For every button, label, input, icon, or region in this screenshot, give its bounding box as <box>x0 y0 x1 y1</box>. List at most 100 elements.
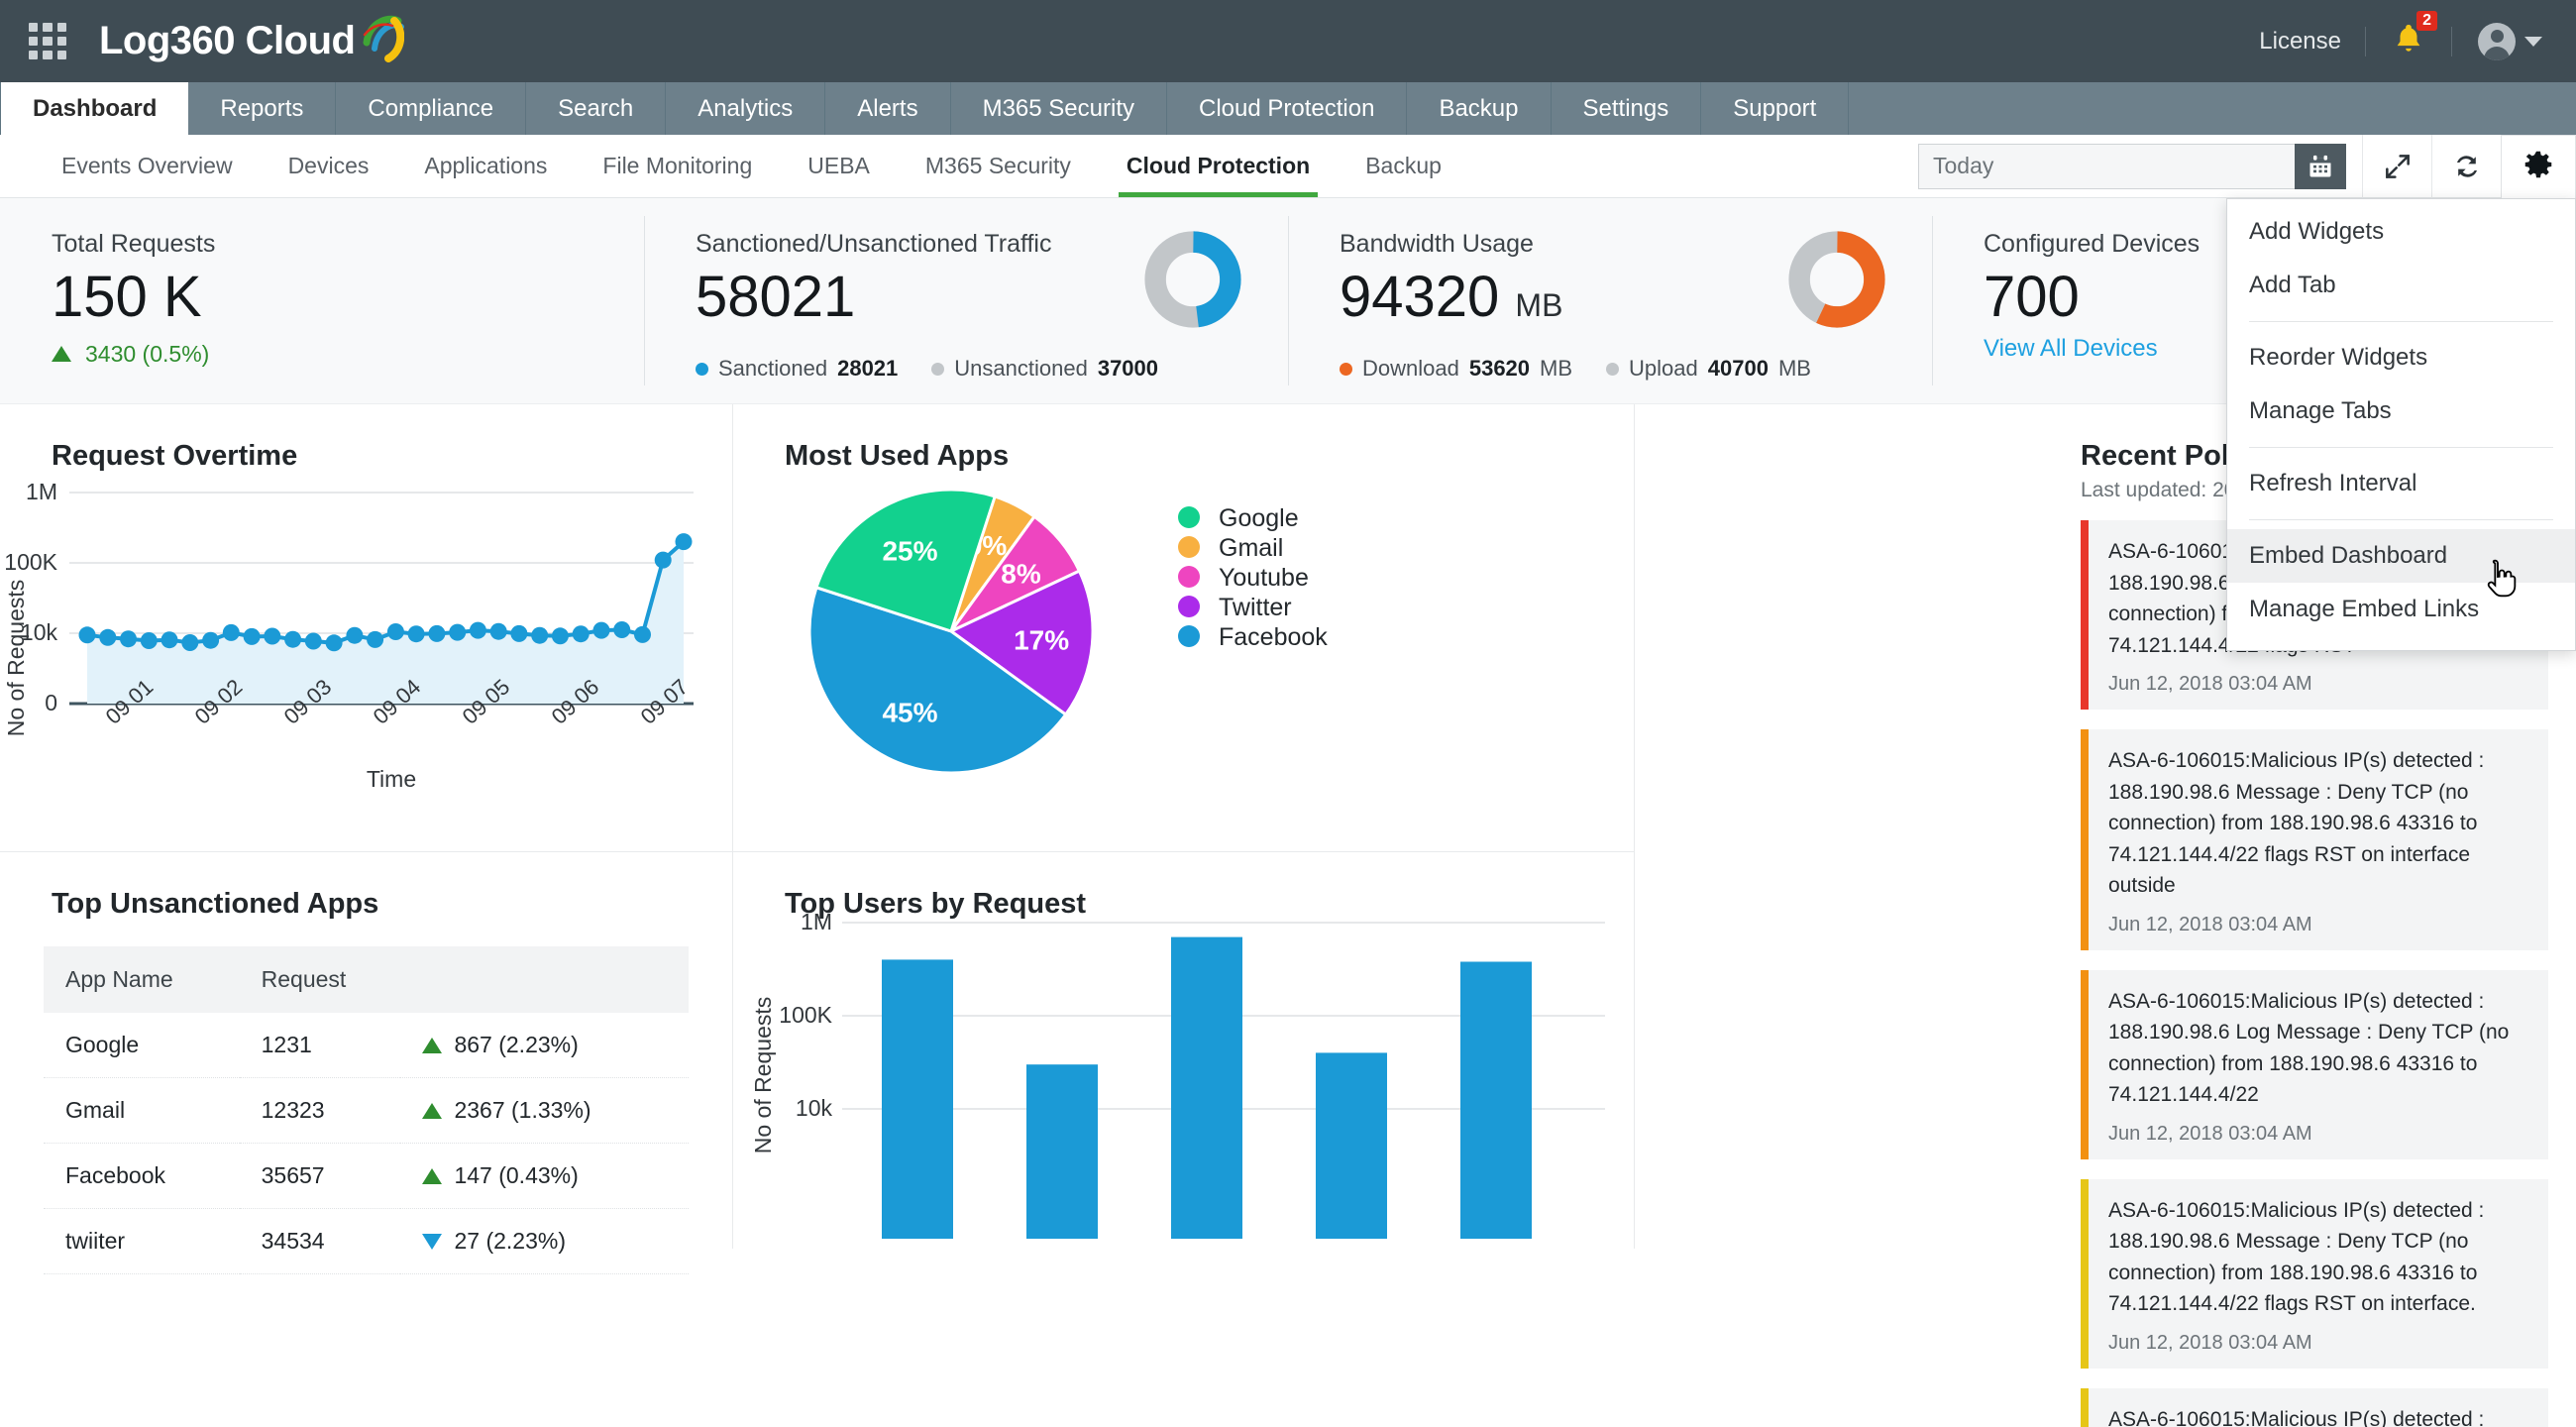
brand-title: Log360 Cloud <box>99 19 356 62</box>
legend-label[interactable]: Google <box>1219 504 1299 532</box>
sub-tab-backup[interactable]: Backup <box>1338 135 1469 197</box>
notification-badge: 2 <box>2416 11 2437 32</box>
kpi-value: 94320 MB <box>1340 265 1563 329</box>
brand-logo: Log360 Cloud <box>99 15 405 66</box>
sub-tab-bar: Events Overview Devices Applications File M… <box>0 134 2576 198</box>
main-tab-backup[interactable]: Backup <box>1407 82 1552 135</box>
data-point <box>675 533 693 551</box>
violation-message: ASA-6-106015:Malicious IP(s) detected : … <box>2108 1198 2485 1316</box>
main-tab-support[interactable]: Support <box>1701 82 1850 135</box>
bar[interactable] <box>1316 1052 1387 1239</box>
cell-delta: 27 (2.23%) <box>400 1208 689 1274</box>
violation-item[interactable]: ASA-6-106015:Malicious IP(s) detected : … <box>2081 729 2548 950</box>
calendar-icon[interactable] <box>2295 143 2346 189</box>
data-point <box>99 628 117 646</box>
menu-divider <box>2249 519 2553 520</box>
sub-tab-events-overview[interactable]: Events Overview <box>34 135 261 197</box>
bandwidth-legend: Download 53620 MB Upload 40700 MB <box>1340 356 1811 382</box>
sub-tab-cloud-protection[interactable]: Cloud Protection <box>1099 135 1338 197</box>
violation-message: ASA-6-106015:Malicious IP(s) detected : … <box>2108 1407 2485 1427</box>
legend-item: Download 53620 MB <box>1340 356 1572 382</box>
main-tab-cloud-protection[interactable]: Cloud Protection <box>1167 82 1408 135</box>
menu-item-embed-dashboard[interactable]: Embed Dashboard <box>2227 529 2575 583</box>
cell-delta: 147 (0.43%) <box>400 1143 689 1209</box>
data-point <box>325 634 343 652</box>
bar[interactable] <box>1460 961 1532 1240</box>
user-menu[interactable] <box>2452 22 2542 60</box>
bar[interactable] <box>1026 1064 1098 1239</box>
traffic-donut-chart <box>1143 230 1242 334</box>
kpi-label: Bandwidth Usage <box>1340 230 1534 258</box>
violation-timestamp: Jun 12, 2018 03:04 AM <box>2108 673 2312 695</box>
legend-label: Download <box>1362 356 1459 381</box>
main-tab-settings[interactable]: Settings <box>1552 82 1702 135</box>
data-point <box>386 623 404 640</box>
sub-tab-devices[interactable]: Devices <box>261 135 397 197</box>
violation-item[interactable]: ASA-6-106015:Malicious IP(s) detected : … <box>2081 1178 2548 1369</box>
menu-item-manage-tabs[interactable]: Manage Tabs <box>2227 384 2575 438</box>
tab-bar-spacer <box>1849 82 2576 135</box>
main-tab-m365-security[interactable]: M365 Security <box>951 82 1167 135</box>
table-row[interactable]: twiiter 34534 27 (2.23%) <box>44 1208 689 1274</box>
kpi-unit: MB <box>1515 287 1563 323</box>
widget-grid: Request Overtime 1M 100K 10k 0 09 01 09 … <box>0 404 2061 1427</box>
main-tab-analytics[interactable]: Analytics <box>666 82 826 135</box>
table-row[interactable]: Gmail 12323 2367 (1.33%) <box>44 1077 689 1144</box>
trend-up-icon <box>422 1167 443 1184</box>
data-point <box>120 630 137 648</box>
main-tab-compliance[interactable]: Compliance <box>336 82 527 135</box>
delta-text: 867 (2.23%) <box>454 1032 579 1057</box>
main-tab-search[interactable]: Search <box>526 82 667 135</box>
expand-icon[interactable] <box>2362 134 2431 198</box>
legend-label: Upload <box>1629 356 1698 381</box>
legend-label: Sanctioned <box>718 356 828 381</box>
table-row[interactable]: Facebook 35657 147 (0.43%) <box>44 1143 689 1209</box>
menu-item-add-tab[interactable]: Add Tab <box>2227 259 2575 312</box>
bell-icon[interactable]: 2 <box>2366 11 2451 61</box>
date-range-input[interactable] <box>1918 143 2295 189</box>
legend-label[interactable]: Youtube <box>1219 564 1309 592</box>
data-point <box>304 632 322 650</box>
menu-item-reorder-widgets[interactable]: Reorder Widgets <box>2227 331 2575 384</box>
gear-icon[interactable] <box>2501 134 2576 198</box>
violations-list[interactable]: ASA-6-106015:Malicious IP(s) detected : … <box>2061 520 2576 1427</box>
sub-tab-file-monitoring[interactable]: File Monitoring <box>575 135 780 197</box>
legend-label[interactable]: Twitter <box>1219 594 1292 621</box>
data-point <box>78 626 96 644</box>
bar[interactable] <box>882 959 953 1239</box>
date-range-picker[interactable] <box>1918 143 2346 189</box>
menu-item-refresh-interval[interactable]: Refresh Interval <box>2227 457 2575 510</box>
main-tab-dashboard[interactable]: Dashboard <box>0 82 189 135</box>
settings-dropdown-menu[interactable]: Add Widgets Add Tab Reorder Widgets Manage … <box>2226 198 2576 651</box>
trend-up-icon <box>422 1037 443 1053</box>
refresh-icon[interactable] <box>2431 134 2501 198</box>
main-tab-alerts[interactable]: Alerts <box>825 82 951 135</box>
severity-indicator <box>2081 969 2089 1159</box>
legend-swatch <box>1178 536 1200 558</box>
cell-app-name: Facebook <box>44 1143 240 1209</box>
legend-label[interactable]: Facebook <box>1219 623 1328 651</box>
sub-tab-applications[interactable]: Applications <box>396 135 575 197</box>
view-all-devices-link[interactable]: View All Devices <box>1984 335 2200 363</box>
menu-item-manage-embed-links[interactable]: Manage Embed Links <box>2227 583 2575 636</box>
x-axis-label: Time <box>367 766 416 792</box>
license-link[interactable]: License <box>2235 28 2365 55</box>
table-row[interactable]: Google 1231 867 (2.23%) <box>44 1013 689 1078</box>
kpi-label: Total Requests <box>52 230 216 258</box>
data-point <box>592 621 610 639</box>
data-point <box>243 627 261 645</box>
delta-text: 27 (2.23%) <box>454 1228 566 1254</box>
violation-item[interactable]: ASA-6-106015:Malicious IP(s) detected : … <box>2081 1387 2548 1427</box>
data-point <box>367 630 384 648</box>
menu-divider <box>2249 447 2553 448</box>
violation-item[interactable]: ASA-6-106015:Malicious IP(s) detected : … <box>2081 969 2548 1159</box>
menu-item-add-widgets[interactable]: Add Widgets <box>2227 205 2575 259</box>
legend-swatch <box>1178 625 1200 647</box>
sub-tab-m365-security[interactable]: M365 Security <box>898 135 1099 197</box>
data-point <box>428 624 446 642</box>
bar[interactable] <box>1171 936 1242 1239</box>
sub-tab-ueba[interactable]: UEBA <box>780 135 898 197</box>
main-tab-reports[interactable]: Reports <box>188 82 337 135</box>
apps-grid-icon[interactable] <box>26 20 69 63</box>
legend-label[interactable]: Gmail <box>1219 534 1283 562</box>
